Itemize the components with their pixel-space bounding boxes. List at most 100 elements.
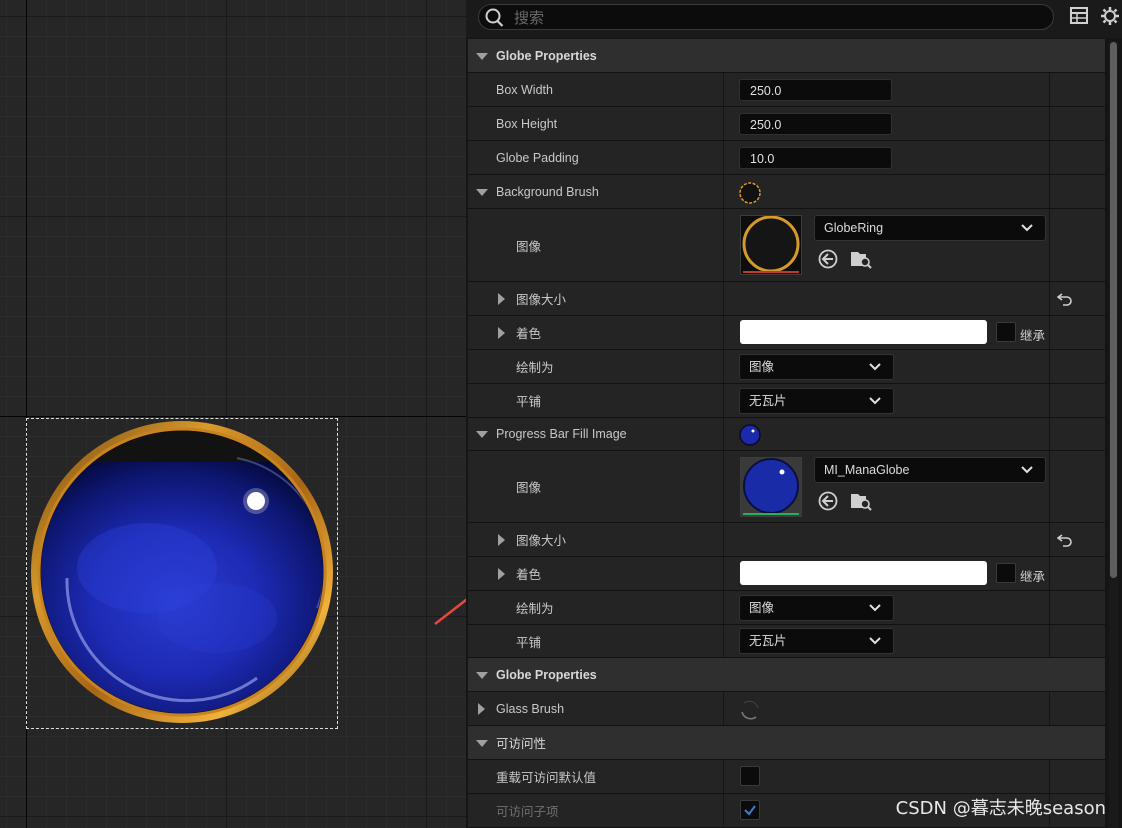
collapse-arrow-icon[interactable]	[476, 740, 488, 747]
expand-arrow-icon[interactable]	[478, 703, 485, 715]
property-label: Box Height	[496, 116, 558, 131]
bg-image-asset-dropdown[interactable]: GlobeRing	[814, 215, 1046, 241]
property-row-fill-draw-as: 绘制为 图像	[468, 591, 1105, 625]
collapse-arrow-icon[interactable]	[476, 672, 488, 679]
browse-asset-icon[interactable]	[850, 249, 872, 269]
expand-arrow-icon[interactable]	[498, 534, 505, 546]
reset-to-default-icon[interactable]	[1057, 292, 1073, 306]
property-label: Globe Padding	[496, 150, 579, 165]
property-row-fill-image-size[interactable]: 图像大小	[468, 523, 1105, 557]
property-row-fill-image: 图像 MI_ManaGlobe	[468, 451, 1105, 523]
fill-tint-color-swatch[interactable]	[740, 561, 987, 585]
collapse-arrow-icon[interactable]	[476, 53, 488, 60]
category-globe-properties[interactable]: Globe Properties	[468, 39, 1105, 73]
search-icon	[485, 8, 504, 27]
property-row-bg-image-size[interactable]: 图像大小	[468, 282, 1105, 316]
property-row-globe-padding: Globe Padding 10.0	[468, 141, 1105, 175]
bg-tint-color-swatch[interactable]	[740, 320, 987, 344]
fill-image-asset-dropdown[interactable]: MI_ManaGlobe	[814, 457, 1046, 483]
column-divider	[1049, 692, 1050, 725]
column-divider	[1049, 350, 1050, 383]
expand-arrow-icon[interactable]	[498, 568, 505, 580]
checkmark-icon	[744, 805, 756, 816]
collapse-arrow-icon[interactable]	[476, 189, 488, 196]
property-row-override-accessible: 重载可访问默认值	[468, 760, 1105, 794]
column-divider	[1049, 282, 1050, 315]
inherit-label: 继承	[1020, 329, 1046, 343]
column-divider	[723, 316, 724, 349]
override-accessible-checkbox[interactable]	[740, 766, 760, 786]
column-divider	[1049, 760, 1050, 793]
column-divider	[723, 384, 724, 417]
bg-tiling-dropdown[interactable]: 无瓦片	[739, 388, 894, 414]
column-divider	[1049, 418, 1050, 450]
column-divider	[723, 591, 724, 624]
property-row-bg-image: 图像 GlobeRing	[468, 209, 1105, 282]
category-label: 可访问性	[496, 737, 547, 751]
column-divider	[1049, 384, 1050, 417]
property-row-fill-tint[interactable]: 着色 继承	[468, 557, 1105, 591]
chevron-down-icon	[869, 363, 881, 371]
inherit-checkbox[interactable]	[996, 563, 1016, 583]
browse-asset-icon[interactable]	[850, 491, 872, 511]
property-label: 着色	[516, 568, 542, 582]
use-selected-asset-icon[interactable]	[818, 249, 838, 269]
category-globe-properties-2[interactable]: Globe Properties	[468, 658, 1105, 692]
inherit-checkbox[interactable]	[996, 322, 1016, 342]
property-row-bg-tint[interactable]: 着色 继承	[468, 316, 1105, 350]
viewport-axis-horizontal	[0, 416, 466, 417]
fill-image-thumbnail[interactable]	[740, 457, 802, 517]
property-row-glass-brush[interactable]: Glass Brush	[468, 692, 1105, 726]
property-label: 图像大小	[516, 293, 567, 307]
column-divider	[1049, 175, 1050, 208]
bg-draw-as-dropdown[interactable]: 图像	[739, 354, 894, 380]
globe-padding-input[interactable]: 10.0	[739, 147, 892, 169]
use-selected-asset-icon[interactable]	[818, 491, 838, 511]
box-width-input[interactable]: 250.0	[739, 79, 892, 101]
dropdown-value: 图像	[749, 360, 775, 374]
expand-arrow-icon[interactable]	[498, 327, 505, 339]
chevron-down-icon	[869, 604, 881, 612]
search-field[interactable]	[478, 4, 1054, 30]
column-divider	[723, 692, 724, 725]
box-height-input[interactable]: 250.0	[739, 113, 892, 135]
property-row-progress-fill[interactable]: Progress Bar Fill Image	[468, 418, 1105, 451]
widget-selection-box[interactable]	[26, 418, 338, 729]
column-divider	[723, 73, 724, 106]
fill-draw-as-dropdown[interactable]: 图像	[739, 595, 894, 621]
search-input[interactable]	[512, 7, 1036, 29]
dropdown-value: 图像	[749, 601, 775, 615]
bg-image-thumbnail[interactable]	[740, 215, 802, 275]
column-divider	[1049, 451, 1050, 522]
property-label: 可访问子项	[496, 805, 559, 819]
property-row-background-brush[interactable]: Background Brush	[468, 175, 1105, 209]
details-panel: Globe Properties Box Width 250.0 Box Hei…	[466, 0, 1122, 828]
column-divider	[723, 794, 724, 827]
column-divider	[1049, 209, 1050, 281]
category-accessibility[interactable]: 可访问性	[468, 726, 1105, 760]
search-bar	[466, 0, 1122, 38]
property-label: 图像	[516, 239, 542, 254]
column-divider	[723, 107, 724, 140]
column-divider	[723, 282, 724, 315]
property-row-fill-tiling: 平铺 无瓦片	[468, 625, 1105, 658]
scrollbar-thumb[interactable]	[1110, 42, 1117, 578]
column-divider	[1049, 625, 1050, 657]
column-divider	[1049, 523, 1050, 556]
accessible-children-checkbox[interactable]	[740, 800, 760, 820]
expand-arrow-icon[interactable]	[498, 293, 505, 305]
column-divider	[1049, 591, 1050, 624]
column-divider	[1049, 141, 1050, 174]
settings-gear-icon[interactable]	[1100, 6, 1120, 26]
column-divider	[1049, 107, 1050, 140]
category-label: Globe Properties	[496, 667, 597, 682]
property-matrix-icon[interactable]	[1069, 6, 1089, 26]
fill-tiling-dropdown[interactable]: 无瓦片	[739, 628, 894, 654]
collapse-arrow-icon[interactable]	[476, 431, 488, 438]
property-label: 平铺	[516, 635, 542, 650]
chevron-down-icon	[869, 397, 881, 405]
column-divider	[723, 418, 724, 450]
designer-viewport[interactable]	[0, 0, 466, 828]
reset-to-default-icon[interactable]	[1057, 533, 1073, 547]
asset-name: GlobeRing	[824, 221, 884, 235]
